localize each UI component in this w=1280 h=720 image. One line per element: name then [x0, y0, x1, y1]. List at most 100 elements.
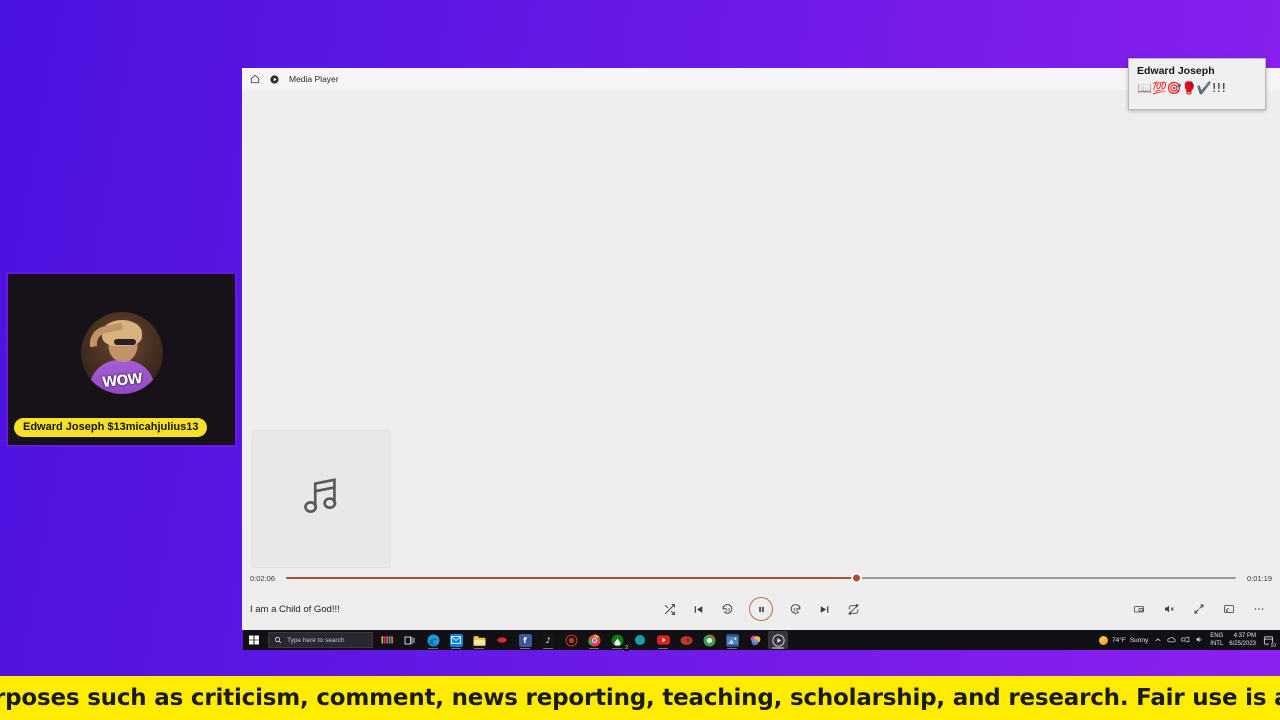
seek-progress-fill: [286, 577, 856, 579]
network-icon[interactable]: [1181, 631, 1190, 649]
taskbar-app-colorful[interactable]: [745, 631, 765, 649]
notification-sender: Edward Joseph: [1137, 65, 1215, 77]
chrome-alt-icon: [703, 634, 716, 647]
xbox-badge: 2: [624, 645, 629, 651]
onedrive-icon[interactable]: [1167, 631, 1176, 649]
clock-widget[interactable]: 4:37 PM 6/25/2023: [1229, 632, 1256, 648]
red-app-icon: [496, 634, 509, 647]
window-title: Media Player: [289, 74, 339, 84]
taskbar-app-record[interactable]: [561, 631, 581, 649]
svg-text:10: 10: [724, 607, 730, 613]
show-hidden-icons-chevron-icon[interactable]: [1154, 631, 1162, 649]
now-playing-title: I am a Child of God!!!: [250, 603, 340, 615]
mail-icon: [449, 633, 463, 647]
taskbar-app-edge[interactable]: [423, 631, 443, 649]
record-icon: [565, 634, 578, 647]
photos-icon: [725, 633, 739, 647]
tray-icon-group: [1154, 631, 1204, 649]
shuffle-button[interactable]: [662, 602, 676, 616]
weather-temperature: 74°F: [1112, 636, 1126, 644]
search-placeholder: Type here to search: [287, 636, 345, 644]
taskbar-app-weather[interactable]: [377, 631, 397, 649]
language-line-1: ENG: [1210, 633, 1224, 639]
taskbar-app-chrome2[interactable]: [699, 631, 719, 649]
language-indicator[interactable]: ENG INTL: [1210, 632, 1223, 648]
svg-text:30: 30: [792, 607, 798, 613]
total-time: 0:01:19: [1246, 573, 1272, 583]
tiktok-icon: ♪: [541, 633, 555, 647]
media-player-window: Media Player 0:02:06 0:01:19 I am a Chil…: [242, 68, 1280, 630]
teal-app-icon: [634, 634, 647, 647]
album-art-placeholder: [252, 430, 390, 568]
weather-widget[interactable]: 74°F Sunny: [1099, 635, 1149, 645]
media-player-taskbar-icon: [771, 633, 785, 647]
control-row: I am a Child of God!!! 10 30: [242, 588, 1280, 630]
notification-center-button[interactable]: 10: [1262, 634, 1277, 649]
taskbar-app-youtube[interactable]: [653, 631, 673, 649]
window-titlebar: Media Player: [242, 68, 1280, 90]
volume-tray-icon[interactable]: [1195, 631, 1204, 649]
music-note-icon: [298, 474, 344, 525]
taskbar-app-xbox[interactable]: 2: [607, 631, 629, 651]
player-content-area: [242, 90, 1280, 568]
seek-thumb[interactable]: [852, 574, 860, 582]
crimson-app-icon: [680, 634, 693, 647]
weather-condition: Sunny: [1129, 636, 1149, 644]
taskbar-app-media-player[interactable]: [768, 631, 788, 649]
weather-people-icon: [380, 634, 394, 647]
notification-count-badge: 10: [1269, 642, 1277, 649]
file-explorer-icon: [473, 634, 486, 647]
search-input[interactable]: Type here to search: [268, 632, 373, 648]
taskbar-app-photos[interactable]: [722, 631, 742, 649]
task-view-icon: [404, 634, 417, 647]
taskbar: Type here to search f ♪ 2 74°F Sunny ENG…: [243, 630, 1280, 651]
start-button[interactable]: [243, 630, 265, 650]
youtube-icon: [656, 634, 670, 647]
mini-player-button[interactable]: [1132, 602, 1146, 616]
seek-slider[interactable]: [286, 574, 1236, 582]
seek-row: 0:02:06 0:01:19: [242, 568, 1280, 588]
taskbar-app-task-view[interactable]: [400, 631, 420, 649]
forward-30-button[interactable]: 30: [788, 602, 802, 616]
language-line-2: INTL: [1210, 641, 1224, 647]
taskbar-app-teal[interactable]: [630, 631, 650, 649]
system-tray: 74°F Sunny ENG INTL 4:37 PM 6/25/2023 10: [1099, 631, 1280, 649]
playback-controls: 10 30: [550, 597, 972, 621]
video-thumbnail-card[interactable]: WOW Edward Joseph $13micahjulius13: [6, 272, 237, 447]
rewind-10-button[interactable]: 10: [720, 602, 734, 616]
chrome-icon: [587, 634, 601, 647]
notification-message: 📖💯🎯🥊✔️!!!: [1137, 81, 1227, 95]
search-icon: [274, 631, 282, 649]
secondary-controls: [972, 602, 1272, 616]
notification-popup[interactable]: Edward Joseph 📖💯🎯🥊✔️!!!: [1128, 58, 1266, 110]
taskbar-app-crimson[interactable]: [676, 631, 696, 649]
sun-icon: [1099, 635, 1109, 645]
colorful-app-icon: [749, 634, 762, 647]
xbox-icon: [611, 634, 624, 647]
fair-use-banner-text: rposes such as criticism, comment, news …: [0, 685, 1280, 711]
taskbar-app-mail[interactable]: [446, 631, 466, 649]
next-button[interactable]: [817, 602, 831, 616]
edge-icon: [427, 634, 440, 647]
repeat-off-button[interactable]: [846, 602, 860, 616]
clock-date: 6/25/2023: [1229, 641, 1256, 647]
pause-button[interactable]: [749, 597, 773, 621]
fullscreen-button[interactable]: [1192, 602, 1206, 616]
taskbar-app-tiktok[interactable]: ♪: [538, 631, 558, 649]
home-icon[interactable]: [250, 74, 260, 84]
thumbnail-backdrop: WOW Edward Joseph $13micahjulius13: [8, 274, 235, 445]
cast-button[interactable]: [1222, 602, 1236, 616]
fair-use-banner: rposes such as criticism, comment, news …: [0, 676, 1280, 720]
thumbnail-name-label: Edward Joseph $13micahjulius13: [14, 418, 208, 437]
previous-button[interactable]: [691, 602, 705, 616]
taskbar-app-chrome[interactable]: [584, 631, 604, 649]
taskbar-app-red[interactable]: [492, 631, 512, 649]
more-options-button[interactable]: [1252, 602, 1266, 616]
facebook-icon: f: [518, 633, 532, 647]
volume-mute-button[interactable]: [1162, 602, 1176, 616]
taskbar-app-file-explorer[interactable]: [469, 631, 489, 649]
taskbar-app-facebook[interactable]: f: [515, 631, 535, 649]
transport-bar: 0:02:06 0:01:19 I am a Child of God!!! 1…: [242, 568, 1280, 630]
avatar-sunglasses: [113, 339, 136, 345]
clock-time: 4:37 PM: [1233, 633, 1256, 639]
